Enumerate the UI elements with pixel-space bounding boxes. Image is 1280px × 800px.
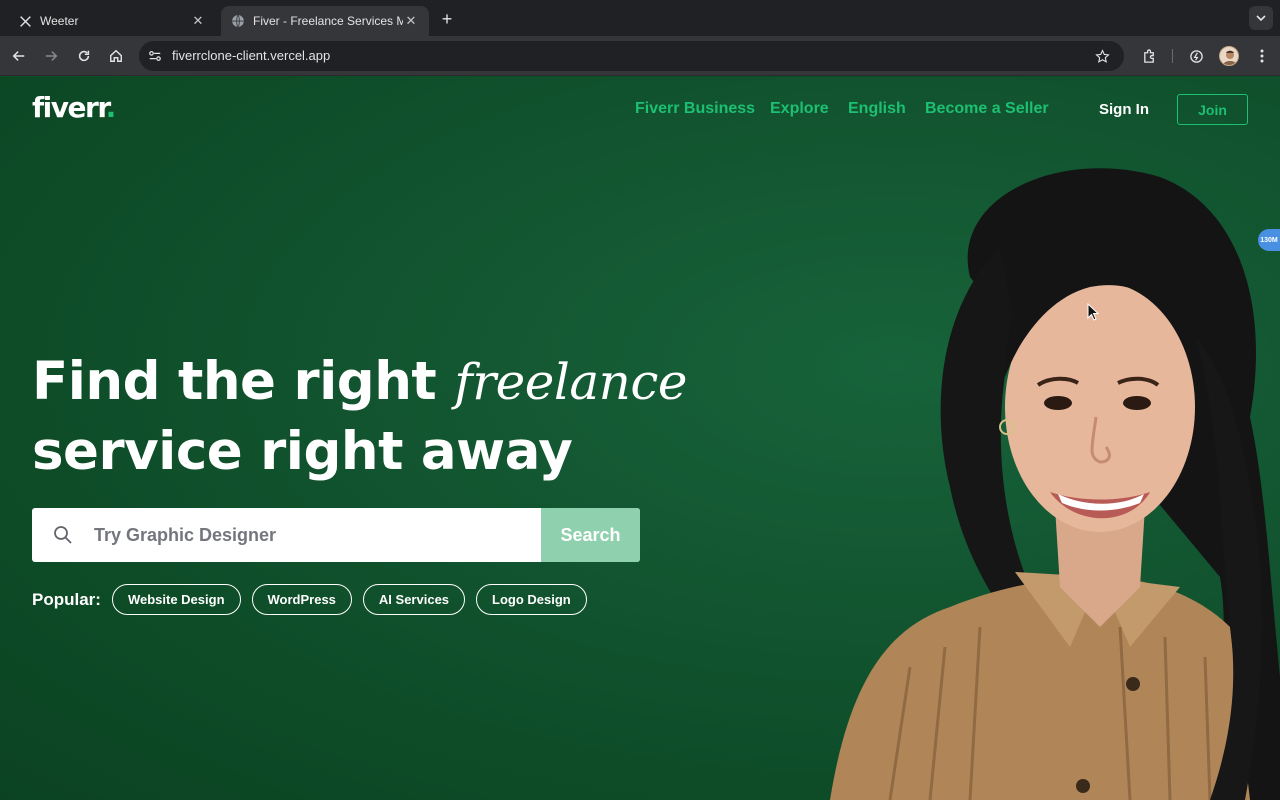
browser-menu-icon[interactable] — [1251, 45, 1273, 67]
popular-tag-wordpress[interactable]: WordPress — [251, 584, 352, 615]
extension-shield-icon[interactable] — [1185, 45, 1207, 67]
new-tab-icon[interactable]: + — [437, 9, 457, 29]
nav-explore[interactable]: Explore — [770, 100, 829, 118]
search-icon — [54, 526, 72, 544]
hero-headline: Find the right freelance service right a… — [32, 347, 687, 487]
popular-tags: Popular: Website Design WordPress AI Ser… — [32, 584, 598, 615]
nav-fiverr-business[interactable]: Fiverr Business — [635, 100, 755, 118]
mouse-cursor-icon — [1087, 303, 1099, 321]
logo-dot: . — [105, 91, 117, 124]
bookmark-star-icon[interactable] — [1092, 46, 1112, 66]
hero-title-italic: freelance — [454, 353, 687, 411]
x-logo-icon — [18, 14, 32, 28]
browser-tab-strip: Weeter ✕ Fiver - Freelance Services Ma ✕… — [0, 0, 1280, 36]
nav-become-seller[interactable]: Become a Seller — [925, 100, 1049, 118]
forward-arrow-icon[interactable] — [40, 45, 62, 67]
logo-text: fiverr — [32, 91, 107, 124]
hero-portrait-image — [830, 168, 1280, 800]
url-text: fiverrclone-client.vercel.app — [172, 48, 331, 63]
profile-avatar[interactable] — [1219, 46, 1239, 66]
popular-tag-website-design[interactable]: Website Design — [111, 584, 241, 615]
tab-close-icon[interactable]: ✕ — [190, 13, 206, 29]
globe-icon — [231, 14, 245, 28]
hero-title-part1: Find the right — [32, 351, 437, 412]
browser-toolbar: fiverrclone-client.vercel.app — [0, 36, 1280, 76]
sign-in-link[interactable]: Sign In — [1099, 101, 1149, 118]
reload-icon[interactable] — [73, 45, 95, 67]
nav-english[interactable]: English — [848, 100, 906, 118]
search-button[interactable]: Search — [541, 508, 640, 562]
popular-tag-logo-design[interactable]: Logo Design — [476, 584, 587, 615]
tab-title: Weeter — [40, 14, 79, 28]
fiverr-logo[interactable]: fiverr. — [32, 91, 117, 124]
extensions-puzzle-icon[interactable] — [1138, 45, 1160, 67]
popular-tag-ai-services[interactable]: AI Services — [362, 584, 466, 615]
hero-title-line2: service right away — [32, 421, 573, 482]
tab-fiver[interactable]: Fiver - Freelance Services Ma ✕ — [221, 6, 429, 36]
search-input[interactable] — [94, 508, 534, 562]
popular-label: Popular: — [32, 589, 101, 609]
site-info-icon[interactable] — [145, 46, 165, 66]
toolbar-divider — [1172, 49, 1173, 63]
tab-search-chevron-icon[interactable] — [1249, 6, 1273, 30]
back-arrow-icon[interactable] — [8, 45, 30, 67]
join-button[interactable]: Join — [1177, 94, 1248, 125]
home-icon[interactable] — [105, 45, 127, 67]
address-bar[interactable]: fiverrclone-client.vercel.app — [139, 41, 1124, 71]
tab-close-icon[interactable]: ✕ — [403, 13, 419, 29]
extension-badge[interactable]: 130M — [1258, 229, 1280, 251]
fiverr-hero-page: fiverr. Fiverr Business Explore English … — [0, 77, 1280, 800]
tab-weeter[interactable]: Weeter ✕ — [8, 6, 216, 36]
search-bar: Search — [32, 508, 640, 562]
tab-title: Fiver - Freelance Services Ma — [253, 14, 403, 28]
